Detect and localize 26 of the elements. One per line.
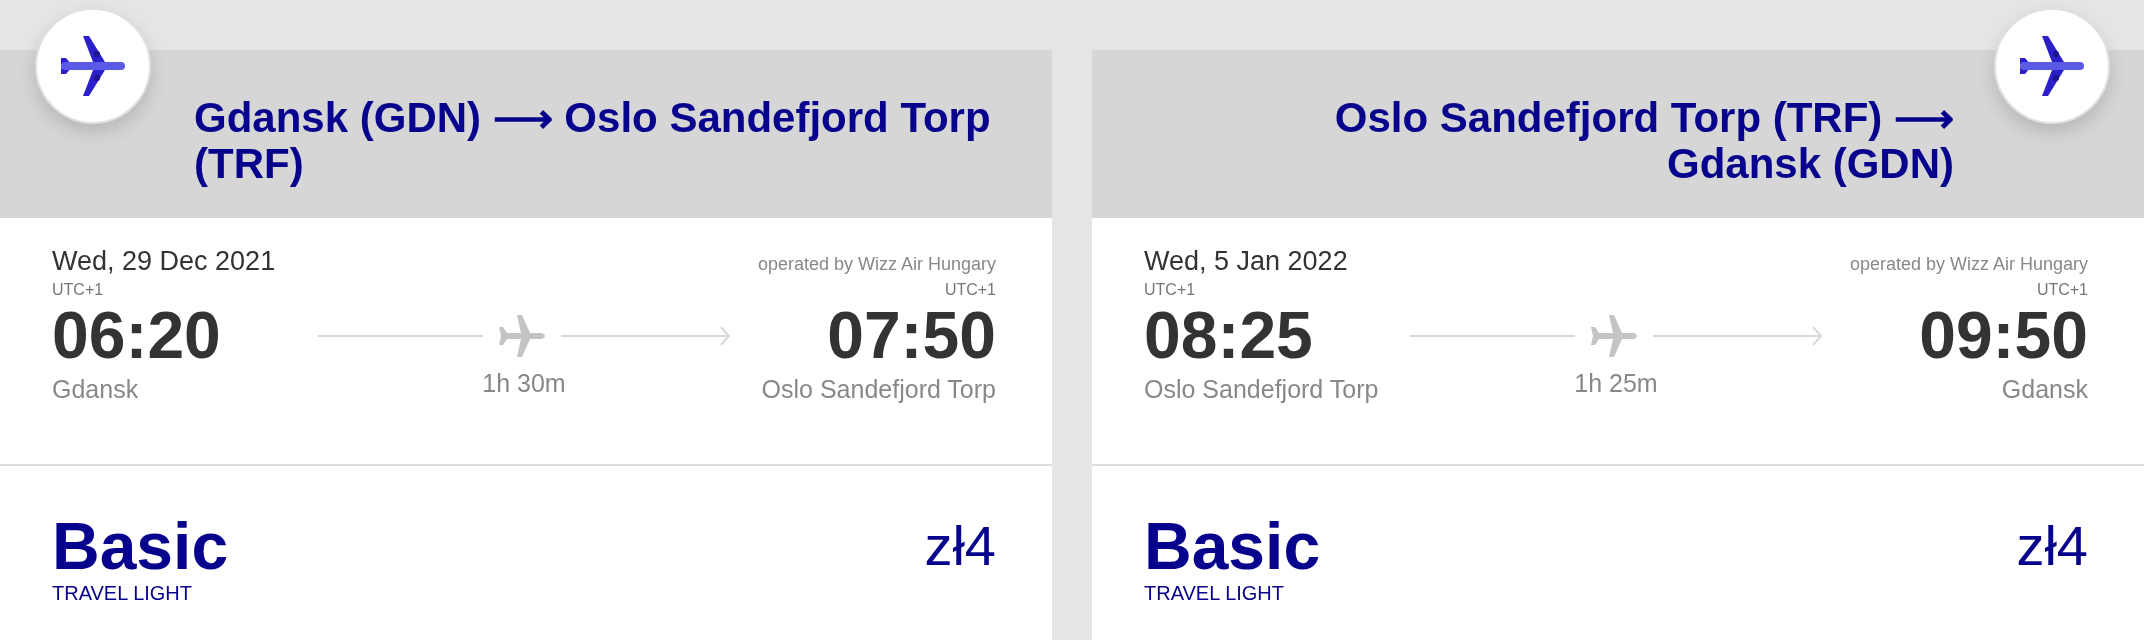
departure-city: Oslo Sandefjord Torp — [1144, 375, 1379, 404]
flight-duration: 1h 25m — [1574, 369, 1658, 398]
route-title: Oslo Sandefjord Torp (TRF) ⟶ Gdansk (GDN) — [1333, 95, 1954, 187]
departure-time: 06:20 — [52, 299, 221, 371]
arrival-time: 07:50 — [827, 299, 996, 371]
departure-time: 08:25 — [1144, 299, 1313, 371]
operator-text: operated by Wizz Air Hungary — [1849, 254, 2088, 275]
timezone-label: UTC+1 — [52, 281, 104, 299]
arrival-city: Gdansk — [2001, 375, 2088, 404]
fare-subtitle: TRAVEL LIGHT — [52, 582, 194, 605]
arrival-time: 09:50 — [1919, 299, 2088, 371]
flight-date: Wed, 5 Jan 2022 — [1144, 246, 1348, 277]
flight-date: Wed, 29 Dec 2021 — [52, 246, 276, 277]
fare-name: Basic — [52, 510, 229, 582]
route-title: Gdansk (GDN) ⟶ Oslo Sandefjord Torp (TRF) — [194, 95, 992, 187]
departure-city: Gdansk — [52, 375, 139, 404]
operator-text: operated by Wizz Air Hungary — [757, 254, 996, 275]
fare-subtitle: TRAVEL LIGHT — [1144, 582, 1286, 605]
timezone-label: UTC+1 — [1144, 281, 1196, 299]
fare-price: zł4 — [2016, 513, 2088, 579]
arrival-city: Oslo Sandefjord Torp — [761, 375, 996, 404]
flight-duration: 1h 30m — [482, 369, 566, 398]
timezone-label: UTC+1 — [2036, 281, 2088, 299]
timezone-label: UTC+1 — [944, 281, 996, 299]
fare-price: zł4 — [924, 513, 996, 579]
fare-name: Basic — [1144, 510, 1321, 582]
